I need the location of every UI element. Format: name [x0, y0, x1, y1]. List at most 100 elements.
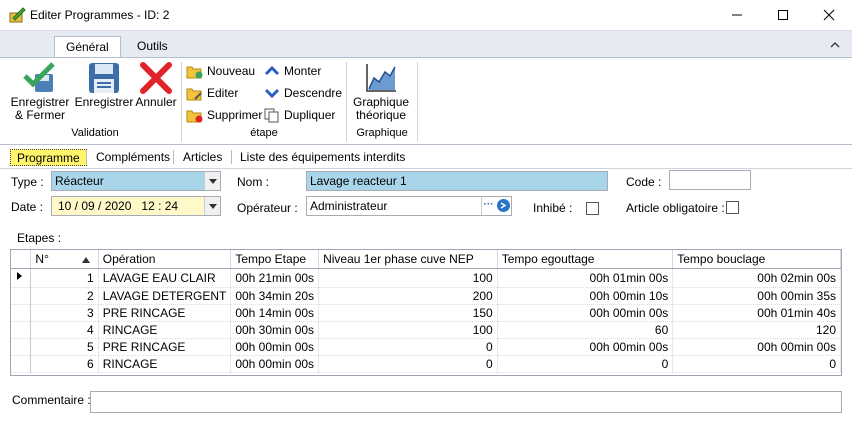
group-label-etape: étape	[250, 127, 278, 139]
folder-edit-icon	[186, 88, 202, 100]
close-button[interactable]	[806, 0, 852, 30]
cell-number[interactable]: 4	[30, 321, 99, 339]
cell-tempo-etape[interactable]: 00h 21min 00s	[230, 268, 320, 288]
row-selector[interactable]	[11, 268, 32, 288]
cell-niveau[interactable]: 0	[318, 355, 498, 373]
edit-button[interactable]: Editer	[186, 84, 238, 102]
new-label: Nouveau	[207, 64, 256, 78]
nom-input[interactable]: Lavage reacteur 1	[306, 171, 608, 191]
column-header-tempo-egouttage[interactable]: Tempo egouttage	[497, 250, 674, 269]
cell-operation[interactable]: PRE RINCAGE	[98, 304, 232, 322]
cell-tempo-egouttage[interactable]: 0	[497, 355, 674, 373]
column-header-number[interactable]: N°	[30, 250, 99, 269]
cell-tempo-etape[interactable]: 00h 00min 00s	[230, 338, 320, 356]
table-row[interactable]: 4 RINCAGE 00h 30min 00s 100 60 120	[11, 321, 841, 339]
etapes-grid[interactable]: N° Opération Tempo Etape Niveau 1er phas…	[10, 249, 842, 376]
cell-niveau[interactable]: 150	[318, 304, 498, 322]
inhibe-checkbox[interactable]	[586, 202, 599, 215]
chart-button[interactable]: Graphique théorique	[350, 62, 412, 122]
ellipsis-button[interactable]: ···	[481, 197, 495, 215]
cell-tempo-etape[interactable]: 00h 14min 00s	[230, 304, 320, 322]
cancel-label: Annuler	[135, 95, 177, 109]
chevron-down-icon[interactable]	[204, 197, 220, 215]
cell-tempo-bouclage[interactable]: 00h 00min 35s	[672, 287, 841, 305]
save-close-button[interactable]: Enregistrer & Fermer	[10, 62, 70, 122]
etapes-label: Etapes :	[17, 231, 62, 245]
edit-label: Editer	[207, 86, 239, 100]
tab-complements[interactable]: Compléments	[90, 149, 176, 166]
cell-tempo-etape[interactable]: 00h 30min 00s	[230, 321, 320, 339]
table-row[interactable]: 2 LAVAGE DETERGENT 00h 34min 20s 200 00h 00m…	[11, 287, 841, 305]
cell-tempo-bouclage[interactable]: 00h 02min 00s	[672, 268, 841, 288]
move-down-button[interactable]: Descendre	[264, 84, 342, 102]
cell-niveau[interactable]: 200	[318, 287, 498, 305]
row-selector[interactable]	[11, 338, 32, 356]
cell-tempo-egouttage[interactable]: 00h 01min 00s	[497, 268, 674, 288]
maximize-button[interactable]	[760, 0, 806, 30]
save-button[interactable]: Enregistrer	[74, 62, 134, 109]
cell-operation[interactable]: RINCAGE	[98, 355, 232, 373]
cell-operation[interactable]: LAVAGE EAU CLAIR	[98, 268, 232, 288]
operateur-input[interactable]: Administrateur ···	[306, 196, 512, 216]
move-up-button[interactable]: Monter	[264, 62, 321, 80]
tab-articles[interactable]: Articles	[177, 149, 228, 166]
minimize-button[interactable]	[714, 0, 760, 30]
new-button[interactable]: Nouveau	[186, 62, 255, 80]
cell-tempo-egouttage[interactable]: 00h 00min 00s	[497, 304, 674, 322]
cell-number[interactable]: 3	[30, 304, 99, 322]
column-header-tempo-bouclage[interactable]: Tempo bouclage	[672, 250, 841, 269]
delete-label: Supprimer	[207, 108, 263, 122]
chevron-down-icon[interactable]	[204, 172, 220, 190]
cell-tempo-bouclage[interactable]: 0	[672, 355, 841, 373]
row-selector[interactable]	[11, 304, 32, 322]
row-selector[interactable]	[11, 321, 32, 339]
cell-tempo-etape[interactable]: 00h 34min 20s	[230, 287, 320, 305]
date-picker[interactable]: 10 / 09 / 2020 12 : 24	[51, 196, 221, 216]
column-header-tempo-etape[interactable]: Tempo Etape	[230, 250, 320, 269]
column-header-operation[interactable]: Opération	[98, 250, 232, 269]
duplicate-button[interactable]: Dupliquer	[264, 106, 335, 124]
delete-button[interactable]: Supprimer	[186, 106, 262, 124]
cell-tempo-bouclage[interactable]: 00h 01min 40s	[672, 304, 841, 322]
article-obligatoire-checkbox[interactable]	[726, 201, 739, 214]
code-input[interactable]	[669, 170, 751, 190]
table-row[interactable]: 1 LAVAGE EAU CLAIR 00h 21min 00s 100 00h 01m…	[11, 268, 841, 288]
cell-operation[interactable]: RINCAGE	[98, 321, 232, 339]
cell-tempo-bouclage[interactable]: 120	[672, 321, 841, 339]
cell-tempo-egouttage[interactable]: 00h 00min 10s	[497, 287, 674, 305]
move-down-label: Descendre	[284, 86, 343, 100]
table-row[interactable]: 6 RINCAGE 00h 00min 00s 0 0 0	[11, 355, 841, 373]
tab-separator	[86, 150, 87, 164]
table-row[interactable]: 5 PRE RINCAGE 00h 00min 00s 0 00h 00min 00s 0…	[11, 338, 841, 356]
cell-operation[interactable]: LAVAGE DETERGENT	[98, 287, 232, 305]
sort-asc-icon	[81, 252, 90, 266]
go-arrow-icon[interactable]	[497, 199, 510, 212]
row-selector[interactable]	[11, 355, 32, 373]
row-selector[interactable]	[11, 287, 32, 305]
tab-equipements-interdits[interactable]: Liste des équipements interdits	[234, 149, 411, 166]
commentaire-label: Commentaire :	[12, 393, 91, 407]
cell-tempo-etape[interactable]: 00h 00min 00s	[230, 355, 320, 373]
table-row[interactable]: 3 PRE RINCAGE 00h 14min 00s 150 00h 00min 00…	[11, 304, 841, 322]
cell-operation[interactable]: PRE RINCAGE	[98, 338, 232, 356]
cell-number[interactable]: 5	[30, 338, 99, 356]
collapse-ribbon-icon[interactable]	[830, 38, 840, 52]
cell-tempo-bouclage[interactable]: 00h 00min 00s	[672, 338, 841, 356]
cell-number[interactable]: 2	[30, 287, 99, 305]
commentaire-input[interactable]	[90, 391, 842, 413]
cell-niveau[interactable]: 100	[318, 321, 498, 339]
tab-outils[interactable]: Outils	[126, 36, 179, 58]
cancel-button[interactable]: Annuler	[134, 62, 178, 109]
article-obligatoire-label: Article obligatoire :	[626, 201, 725, 215]
tab-programme[interactable]: Programme	[10, 149, 87, 166]
column-header-niveau[interactable]: Niveau 1er phase cuve NEP	[318, 250, 498, 269]
date-label: Date :	[11, 200, 44, 214]
cell-tempo-egouttage[interactable]: 00h 00min 00s	[497, 338, 674, 356]
cell-number[interactable]: 1	[30, 268, 99, 288]
type-select[interactable]: Réacteur	[51, 171, 221, 191]
cell-tempo-egouttage[interactable]: 60	[497, 321, 674, 339]
cell-niveau[interactable]: 0	[318, 338, 498, 356]
cell-niveau[interactable]: 100	[318, 268, 498, 288]
tab-general[interactable]: Général	[54, 36, 121, 58]
cell-number[interactable]: 6	[30, 355, 99, 373]
